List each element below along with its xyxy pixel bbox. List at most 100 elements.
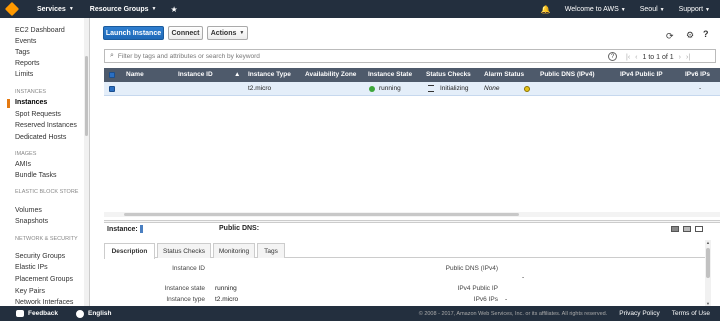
sidebar-item-elastic-ips[interactable]: Elastic IPs <box>15 264 48 271</box>
sidebar-item-bundle-tasks[interactable]: Bundle Tasks <box>15 172 57 179</box>
col-ipv6-ips[interactable]: IPv6 IPs <box>685 71 710 78</box>
sort-asc-icon[interactable]: ▲ <box>234 71 240 78</box>
sidebar-item-limits[interactable]: Limits <box>15 71 33 78</box>
refresh-icon[interactable]: ⟳ <box>666 31 674 42</box>
connect-button[interactable]: Connect <box>168 26 203 40</box>
instance-id-label: Instance ID <box>172 265 205 272</box>
top-navigation-bar: Services ▼ Resource Groups ▼ ★ 🔔 Welcome… <box>0 0 720 18</box>
row-checkbox[interactable] <box>109 86 115 92</box>
pagination: |‹ ‹ 1 to 1 of 1 › ›| <box>626 50 690 64</box>
col-instance-id[interactable]: Instance ID <box>178 71 213 78</box>
aws-logo-icon[interactable] <box>3 0 21 18</box>
sidebar-section-instances[interactable]: INSTANCES <box>15 89 85 96</box>
col-alarm-status[interactable]: Alarm Status <box>484 71 524 78</box>
account-label: Welcome to AWS <box>564 5 619 13</box>
pane-expand-icon[interactable] <box>695 226 703 232</box>
ipv6-ips-label: IPv6 IPs <box>473 296 498 303</box>
col-name[interactable]: Name <box>126 71 144 78</box>
col-status-checks[interactable]: Status Checks <box>426 71 471 78</box>
search-placeholder[interactable]: Filter by tags and attributes or search … <box>118 53 260 60</box>
instance-label-text: Instance: <box>107 225 138 233</box>
col-ipv4-public-ip[interactable]: IPv4 Public IP <box>620 71 663 78</box>
notification-bell-icon[interactable]: 🔔 <box>541 5 551 14</box>
sidebar-item-snapshots[interactable]: Snapshots <box>15 218 48 225</box>
chevron-down-icon: ▼ <box>705 6 710 13</box>
gear-icon[interactable]: ⚙ <box>686 30 694 41</box>
filter-search-bar[interactable]: ⌕ Filter by tags and attributes or searc… <box>104 49 716 63</box>
scroll-thumb[interactable] <box>124 213 519 216</box>
chevron-down-icon: ▼ <box>68 6 74 12</box>
feedback-link[interactable]: Feedback <box>16 310 58 317</box>
terms-of-use-link[interactable]: Terms of Use <box>672 310 710 317</box>
sidebar-item-spot-requests[interactable]: Spot Requests <box>15 111 61 118</box>
sidebar-item-volumes[interactable]: Volumes <box>15 207 42 214</box>
select-all-checkbox[interactable] <box>109 72 115 78</box>
language-label: English <box>88 310 112 317</box>
instance-state-value: running <box>215 285 237 292</box>
main-content: Launch Instance Connect Actions ▼ ⟳ ⚙ ? … <box>90 18 720 306</box>
resource-groups-menu[interactable]: Resource Groups ▼ <box>90 6 157 13</box>
pagination-label: 1 to 1 of 1 <box>642 53 674 61</box>
sidebar-item-reserved-instances[interactable]: Reserved Instances <box>15 122 77 129</box>
tab-monitoring[interactable]: Monitoring <box>213 243 255 258</box>
privacy-policy-link[interactable]: Privacy Policy <box>619 310 659 317</box>
sidebar-section-ebs[interactable]: ELASTIC BLOCK STORE <box>15 189 85 196</box>
footer-bar: Feedback English © 2008 - 2017, Amazon W… <box>0 306 720 321</box>
search-help-icon[interactable]: ? <box>608 52 617 61</box>
sidebar-scrollbar[interactable] <box>84 18 89 306</box>
sidebar-item-amis[interactable]: AMIs <box>15 161 31 168</box>
pane-half-icon[interactable] <box>683 226 691 232</box>
language-selector[interactable]: English <box>76 309 112 318</box>
help-icon[interactable]: ? <box>703 29 709 39</box>
sidebar-item-reports[interactable]: Reports <box>15 60 40 67</box>
actions-label: Actions <box>210 29 237 37</box>
support-label: Support <box>678 5 704 13</box>
col-instance-type[interactable]: Instance Type <box>248 71 291 78</box>
actions-dropdown[interactable]: Actions ▼ <box>207 26 248 40</box>
scroll-up-icon[interactable]: ▲ <box>705 240 711 245</box>
pin-star-icon[interactable]: ★ <box>170 5 177 14</box>
launch-instance-button[interactable]: Launch Instance <box>103 26 164 40</box>
cell-status-checks: Initializing <box>440 85 469 92</box>
sidebar-item-tags[interactable]: Tags <box>15 49 30 56</box>
table-horizontal-scrollbar[interactable] <box>104 212 720 217</box>
instance-state-label: Instance state <box>164 285 205 292</box>
region-menu[interactable]: Seoul ▼ <box>640 6 665 13</box>
col-instance-state[interactable]: Instance State <box>368 71 412 78</box>
sidebar-item-placement-groups[interactable]: Placement Groups <box>15 276 73 283</box>
first-page-icon[interactable]: |‹ <box>626 54 630 61</box>
sidebar-item-key-pairs[interactable]: Key Pairs <box>15 288 45 295</box>
feedback-label: Feedback <box>28 310 58 317</box>
tab-description[interactable]: Description <box>104 243 155 259</box>
instance-id-chip <box>139 225 143 233</box>
scroll-thumb[interactable] <box>85 56 88 136</box>
pane-collapse-icon[interactable] <box>671 226 679 232</box>
table-row[interactable]: t2.micro running Initializing None - <box>104 82 720 96</box>
tab-status-checks[interactable]: Status Checks <box>157 243 211 258</box>
sidebar-item-security-groups[interactable]: Security Groups <box>15 253 65 260</box>
prev-page-icon[interactable]: ‹ <box>635 54 637 61</box>
chevron-down-icon: ▼ <box>239 30 245 36</box>
sidebar-item-dedicated-hosts[interactable]: Dedicated Hosts <box>15 134 66 141</box>
scroll-thumb[interactable] <box>706 248 710 278</box>
services-menu[interactable]: Services ▼ <box>37 6 74 13</box>
pane-splitter[interactable] <box>104 220 720 223</box>
last-page-icon[interactable]: ›| <box>686 54 690 61</box>
add-alarm-icon[interactable] <box>524 86 530 92</box>
sidebar-section-network[interactable]: NETWORK & SECURITY <box>15 236 85 243</box>
sidebar-item-instances[interactable]: Instances <box>15 99 47 106</box>
details-vertical-scrollbar[interactable]: ▲ ▼ <box>705 240 711 306</box>
public-dns-ipv4-label: Public DNS (IPv4) <box>445 265 498 272</box>
col-public-dns[interactable]: Public DNS (IPv4) <box>540 71 595 78</box>
sidebar-item-network-interfaces[interactable]: Network Interfaces <box>15 299 73 306</box>
region-label: Seoul <box>639 5 658 13</box>
tab-tags[interactable]: Tags <box>257 243 285 258</box>
next-page-icon[interactable]: › <box>679 54 681 61</box>
support-menu[interactable]: Support ▼ <box>679 6 710 13</box>
sidebar-item-events[interactable]: Events <box>15 38 36 45</box>
col-availability-zone[interactable]: Availability Zone <box>305 71 356 78</box>
account-menu[interactable]: Welcome to AWS ▼ <box>565 6 626 13</box>
sidebar-section-images[interactable]: IMAGES <box>15 151 85 158</box>
sidebar-item-ec2-dashboard[interactable]: EC2 Dashboard <box>15 27 65 34</box>
hourglass-icon <box>428 85 434 92</box>
